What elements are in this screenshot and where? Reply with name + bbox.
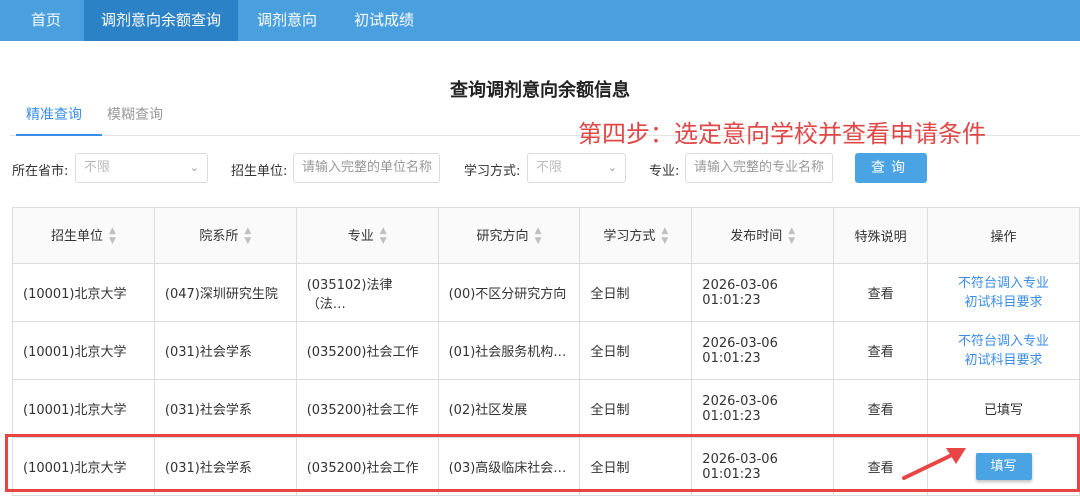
- unit-link[interactable]: (10001)北京大学: [12, 437, 155, 496]
- study-mode-cell: 全日制: [579, 379, 693, 438]
- mismatch-major-link[interactable]: 不符台调入专业: [938, 332, 1069, 351]
- study-mode-label: 学习方式:: [464, 164, 521, 179]
- table-header-row: 招生单位 ▲ ▼ 院系所 ▲ ▼ 专业 ▲ ▼ 研究方向 ▲ ▼ 学习方式 ▲ ▼ 发布时间 ▲ ▼ 特…: [12, 207, 1080, 264]
- filled-status: 已填写: [927, 379, 1080, 438]
- unit-link[interactable]: (10001)北京大学: [12, 321, 155, 380]
- table-row: (10001)北京大学 (031)社会学系 (035200)社会工作 (01)社…: [12, 321, 1080, 380]
- view-note-link[interactable]: 查看: [833, 263, 929, 322]
- column-header-special-note: 特殊说明: [833, 207, 929, 264]
- major-input-placeholder: 请输入完整的专业名称: [694, 160, 825, 175]
- tab-fuzzy-query[interactable]: 模糊查询: [107, 104, 163, 124]
- publish-time-cell: 2026-03-06 01:01:23: [691, 437, 835, 496]
- direction-cell: (00)不区分研究方向: [437, 263, 581, 322]
- dept-cell: (031)社会学系: [153, 321, 297, 380]
- tab-exact-query[interactable]: 精准查询: [26, 104, 82, 124]
- chevron-down-icon: ⌄: [607, 161, 617, 174]
- fill-button[interactable]: 填写: [975, 453, 1032, 480]
- unit-link[interactable]: (10001)北京大学: [12, 263, 155, 322]
- top-nav: 首页 调剂意向余额查询 调剂意向 初试成绩: [0, 0, 1080, 41]
- province-select-value: 不限: [84, 160, 111, 175]
- unit-input[interactable]: 请输入完整的单位名称: [293, 153, 440, 183]
- exam-subject-link[interactable]: 初试科目要求: [938, 293, 1069, 312]
- action-cell: 不符台调入专业 初试科目要求: [927, 321, 1080, 380]
- nav-home[interactable]: 首页: [16, 0, 76, 41]
- sort-icon[interactable]: ▲ ▼: [109, 226, 116, 246]
- direction-cell: (03)高级临床社会…: [437, 437, 581, 496]
- major-cell: (035200)社会工作: [295, 437, 439, 496]
- column-header-unit[interactable]: 招生单位 ▲ ▼: [12, 207, 155, 264]
- column-header-major[interactable]: 专业 ▲ ▼: [295, 207, 439, 264]
- table-row: (10001)北京大学 (047)深圳研究生院 (035102)法律（法… (0…: [12, 263, 1080, 322]
- view-note-link[interactable]: 查看: [833, 379, 929, 438]
- chevron-down-icon: ⌄: [189, 161, 199, 174]
- action-cell: 不符台调入专业 初试科目要求: [927, 263, 1080, 322]
- step-annotation: 第四步：选定意向学校并查看申请条件: [578, 120, 986, 148]
- column-header-publish-time[interactable]: 发布时间 ▲ ▼: [691, 207, 835, 264]
- major-label: 专业:: [649, 164, 680, 179]
- study-mode-select[interactable]: 不限 ⌄: [527, 153, 626, 183]
- mismatch-major-link[interactable]: 不符台调入专业: [938, 274, 1069, 293]
- column-header-action: 操作: [927, 207, 1080, 264]
- dept-cell: (031)社会学系: [153, 437, 297, 496]
- direction-cell: (01)社会服务机构…: [437, 321, 581, 380]
- nav-transfer-intent[interactable]: 调剂意向: [246, 0, 328, 41]
- nav-exam-scores[interactable]: 初试成绩: [342, 0, 426, 41]
- nav-balance-query[interactable]: 调剂意向余额查询: [84, 0, 238, 41]
- sort-icon[interactable]: ▲ ▼: [535, 226, 542, 246]
- study-mode-select-value: 不限: [536, 160, 563, 175]
- province-select[interactable]: 不限 ⌄: [75, 153, 208, 183]
- search-button[interactable]: 查询: [855, 153, 927, 183]
- publish-time-cell: 2026-03-06 01:01:23: [691, 379, 835, 438]
- column-header-dept[interactable]: 院系所 ▲ ▼: [153, 207, 297, 264]
- dept-cell: (031)社会学系: [153, 379, 297, 438]
- major-cell: (035200)社会工作: [295, 379, 439, 438]
- unit-input-placeholder: 请输入完整的单位名称: [302, 160, 433, 175]
- sort-icon[interactable]: ▲ ▼: [244, 226, 251, 246]
- major-input[interactable]: 请输入完整的专业名称: [685, 153, 833, 183]
- exam-subject-link[interactable]: 初试科目要求: [938, 351, 1069, 370]
- study-mode-cell: 全日制: [579, 263, 693, 322]
- arrow-icon: [902, 448, 966, 480]
- major-cell: (035102)法律（法…: [295, 263, 439, 322]
- sort-icon[interactable]: ▲ ▼: [788, 226, 795, 246]
- filter-bar: 所在省市: 不限 ⌄ 招生单位: 请输入完整的单位名称 学习方式: 不限 ⌄ 专…: [0, 150, 1080, 190]
- study-mode-cell: 全日制: [579, 437, 693, 496]
- column-header-direction[interactable]: 研究方向 ▲ ▼: [437, 207, 581, 264]
- publish-time-cell: 2026-03-06 01:01:23: [691, 263, 835, 322]
- view-note-link[interactable]: 查看: [833, 321, 929, 380]
- active-tab-underline: [16, 134, 102, 136]
- column-header-study-mode[interactable]: 学习方式 ▲ ▼: [579, 207, 693, 264]
- province-label: 所在省市:: [12, 164, 69, 179]
- sort-icon[interactable]: ▲ ▼: [380, 226, 387, 246]
- dept-cell: (047)深圳研究生院: [153, 263, 297, 322]
- unit-link[interactable]: (10001)北京大学: [12, 379, 155, 438]
- table-row: (10001)北京大学 (031)社会学系 (035200)社会工作 (02)社…: [12, 379, 1080, 438]
- unit-label: 招生单位:: [231, 164, 288, 179]
- direction-cell: (02)社区发展: [437, 379, 581, 438]
- study-mode-cell: 全日制: [579, 321, 693, 380]
- sort-icon[interactable]: ▲ ▼: [661, 226, 668, 246]
- major-cell: (035200)社会工作: [295, 321, 439, 380]
- publish-time-cell: 2026-03-06 01:01:23: [691, 321, 835, 380]
